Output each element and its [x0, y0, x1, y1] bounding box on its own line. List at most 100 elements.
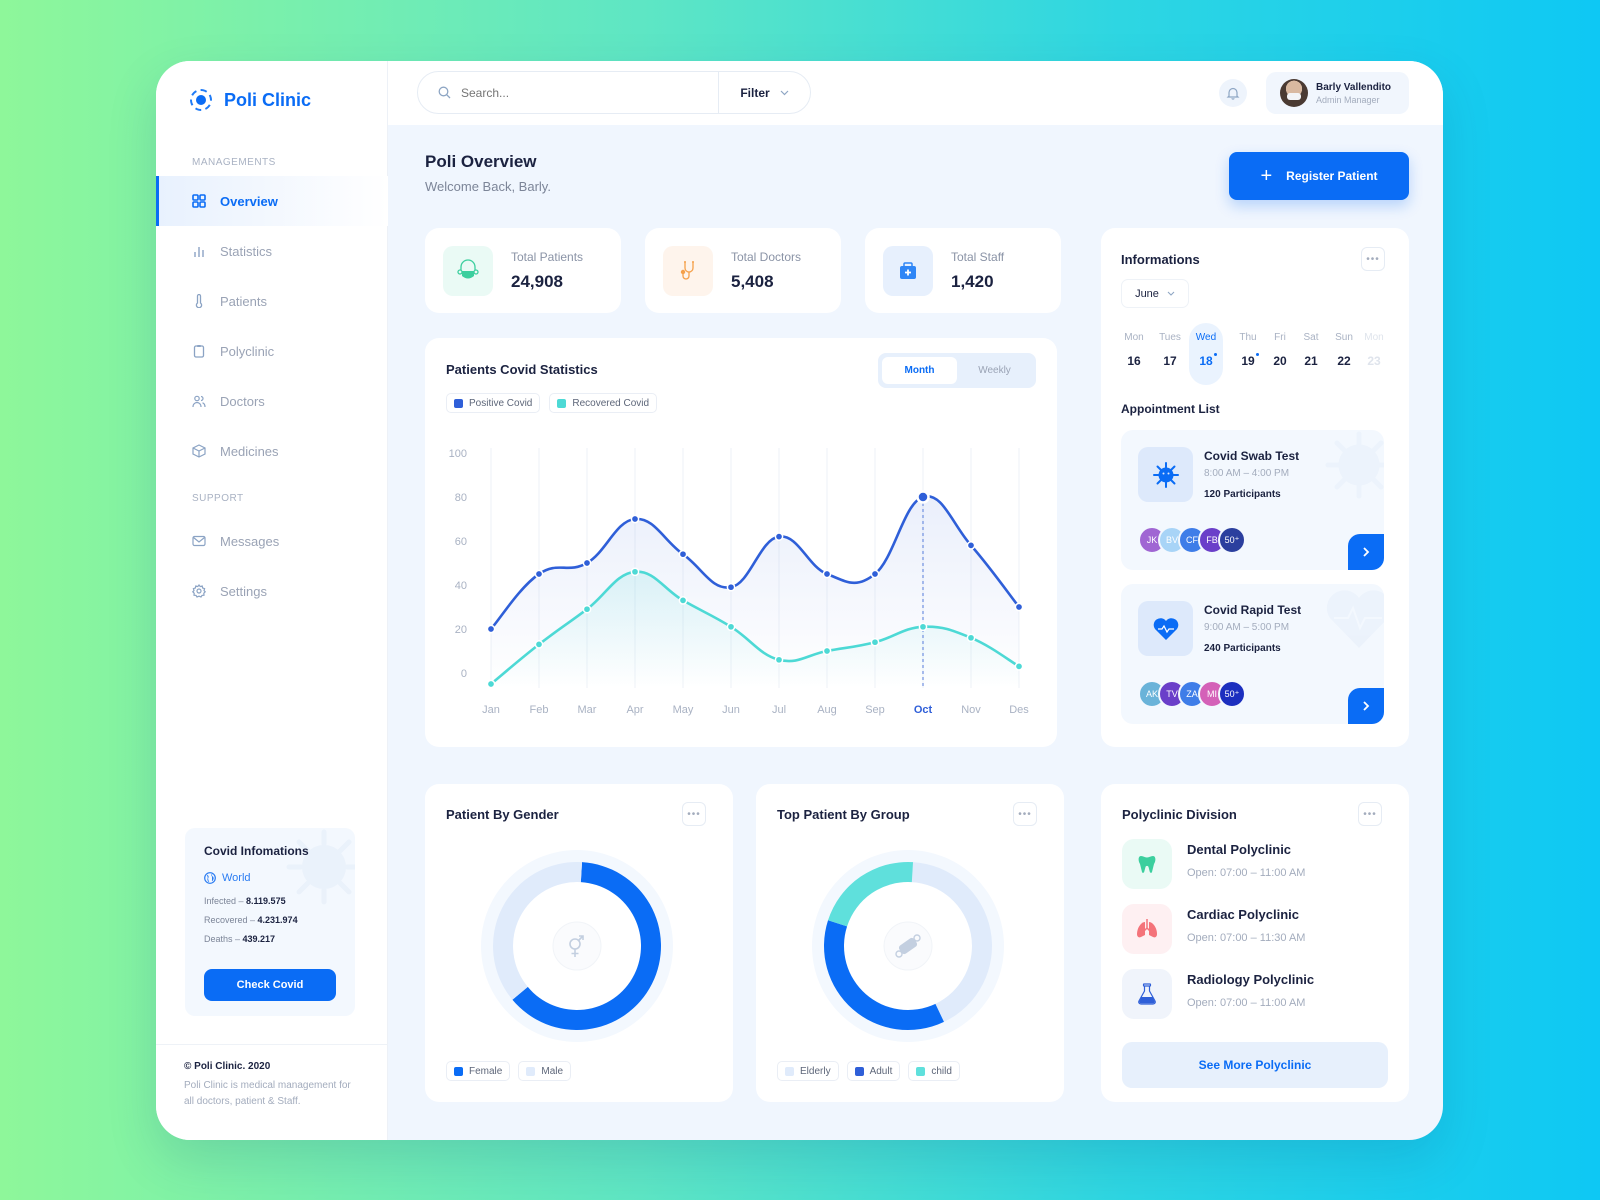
check-covid-button[interactable]: Check Covid: [204, 969, 336, 1001]
data-point[interactable]: [870, 569, 880, 579]
data-point[interactable]: [726, 582, 736, 592]
x-tick-label[interactable]: Sep: [865, 704, 885, 716]
sidebar-item-statistics[interactable]: Statistics: [156, 226, 388, 276]
data-point[interactable]: [486, 624, 496, 634]
legend-male[interactable]: Male: [518, 1061, 572, 1081]
open-appointment-button[interactable]: [1348, 534, 1384, 570]
data-point[interactable]: [918, 622, 928, 632]
stat-value: 1,420: [951, 271, 994, 291]
x-tick-label[interactable]: Aug: [817, 704, 837, 716]
x-tick-label[interactable]: Apr: [626, 704, 643, 716]
x-tick-label[interactable]: Feb: [530, 704, 549, 716]
x-tick-label[interactable]: Nov: [961, 704, 981, 716]
y-tick-label: 80: [455, 492, 467, 504]
x-tick-label[interactable]: Jul: [772, 704, 786, 716]
stat-label: Total Staff: [951, 249, 1005, 264]
x-tick-label[interactable]: May: [673, 704, 694, 716]
polyclinic-item-dental[interactable]: Dental Polyclinic Open: 07:00 – 11:00 AM: [1122, 839, 1305, 889]
sidebar-item-patients[interactable]: Patients: [156, 276, 388, 326]
day-wed-18[interactable]: Wed 18: [1189, 323, 1223, 385]
x-tick-label[interactable]: Des: [1009, 704, 1029, 716]
data-point[interactable]: [774, 532, 784, 541]
data-point[interactable]: [966, 633, 976, 643]
data-point[interactable]: [916, 490, 930, 504]
data-point[interactable]: [678, 596, 688, 605]
legend-label: Male: [541, 1065, 564, 1077]
user-profile[interactable]: Barly Vallendito Admin Manager: [1266, 72, 1409, 114]
data-point[interactable]: [966, 541, 976, 550]
sidebar-item-medicines[interactable]: Medicines: [156, 426, 388, 476]
y-tick-label: 20: [455, 624, 467, 636]
chevron-right-icon: [1363, 547, 1370, 557]
day-thu-19[interactable]: Thu 19: [1229, 323, 1267, 385]
polyclinic-item-cardiac[interactable]: Cardiac Polyclinic Open: 07:00 – 11:30 A…: [1122, 904, 1305, 954]
data-point[interactable]: [1014, 662, 1024, 671]
sidebar-item-doctors[interactable]: Doctors: [156, 376, 388, 426]
data-point[interactable]: [870, 637, 880, 647]
month-select[interactable]: June: [1121, 279, 1189, 308]
polyclinic-item-radiology[interactable]: Radiology Polyclinic Open: 07:00 – 11:00…: [1122, 969, 1314, 1019]
data-point[interactable]: [822, 569, 832, 579]
appointment-time: 9:00 AM – 5:00 PM: [1204, 622, 1290, 633]
day-name: Thu: [1239, 332, 1257, 343]
data-point[interactable]: [1014, 602, 1024, 612]
more-options-button[interactable]: •••: [682, 802, 706, 826]
appointment-card[interactable]: Covid Rapid Test 9:00 AM – 5:00 PM 240 P…: [1121, 584, 1384, 724]
data-point[interactable]: [774, 655, 784, 665]
register-patient-button[interactable]: + Register Patient: [1229, 152, 1409, 200]
sidebar-item-overview[interactable]: Overview: [156, 176, 388, 226]
notification-button[interactable]: [1219, 79, 1247, 107]
sidebar-item-settings[interactable]: Settings: [156, 566, 388, 616]
top-patient-by-group-card: Top Patient By Group ••• Elderly Adult chi…: [756, 784, 1064, 1102]
data-point[interactable]: [582, 604, 592, 614]
filter-dropdown[interactable]: Filter: [718, 72, 810, 113]
sidebar-item-label: Statistics: [220, 243, 273, 259]
day-tues-17[interactable]: Tues 17: [1151, 323, 1189, 385]
data-point[interactable]: [534, 640, 544, 649]
more-options-button[interactable]: •••: [1358, 802, 1382, 826]
day-mon-23[interactable]: Mon 23: [1359, 323, 1389, 385]
more-options-button[interactable]: •••: [1361, 247, 1385, 271]
brand[interactable]: Poli Clinic: [190, 89, 311, 111]
legend-adult[interactable]: Adult: [846, 1061, 901, 1081]
data-point[interactable]: [822, 646, 832, 656]
see-more-polyclinic-button[interactable]: See More Polyclinic: [1122, 1042, 1388, 1088]
gear-icon: [192, 584, 206, 598]
region-link[interactable]: World: [204, 872, 336, 884]
participant-avatar[interactable]: 50⁺: [1218, 680, 1246, 708]
open-appointment-button[interactable]: [1348, 688, 1384, 724]
participant-avatar[interactable]: 50⁺: [1218, 526, 1246, 554]
data-point[interactable]: [582, 558, 592, 568]
bell-icon: [1226, 87, 1240, 100]
data-point[interactable]: [678, 549, 688, 559]
day-sun-22[interactable]: Sun 22: [1329, 323, 1359, 385]
heart-bg-icon: [1326, 590, 1384, 648]
day-number: 18: [1199, 353, 1218, 368]
data-point[interactable]: [630, 567, 640, 577]
data-point[interactable]: [534, 569, 544, 579]
informations-title: Informations: [1121, 252, 1200, 267]
x-tick-label[interactable]: Oct: [914, 704, 933, 716]
x-tick-label[interactable]: Jan: [482, 704, 500, 716]
x-tick-label[interactable]: Mar: [578, 704, 597, 716]
appointment-card[interactable]: Covid Swab Test 8:00 AM – 4:00 PM 120 Pa…: [1121, 430, 1384, 570]
data-point[interactable]: [630, 514, 640, 524]
legend-female[interactable]: Female: [446, 1061, 511, 1081]
x-tick-label[interactable]: Jun: [722, 704, 740, 716]
data-point[interactable]: [486, 679, 496, 689]
topbar: Filter Barly Vallendito Admin Manager: [388, 61, 1443, 125]
user-name: Barly Vallendito: [1316, 81, 1392, 93]
day-fri-20[interactable]: Fri 20: [1267, 323, 1293, 385]
sidebar-item-polyclinic[interactable]: Polyclinic: [156, 326, 388, 376]
search-input[interactable]: [461, 85, 701, 100]
more-options-button[interactable]: •••: [1013, 802, 1037, 826]
day-sat-21[interactable]: Sat 21: [1293, 323, 1329, 385]
legend-elderly[interactable]: Elderly: [777, 1061, 839, 1081]
legend-label: Adult: [869, 1065, 893, 1077]
sidebar-item-messages[interactable]: Messages: [156, 516, 388, 566]
section-label-support: SUPPORT: [192, 493, 244, 504]
day-mon-16[interactable]: Mon 16: [1117, 323, 1151, 385]
recovered-label: Recovered –: [204, 915, 258, 925]
data-point[interactable]: [726, 622, 736, 632]
legend-child[interactable]: child: [908, 1061, 960, 1081]
